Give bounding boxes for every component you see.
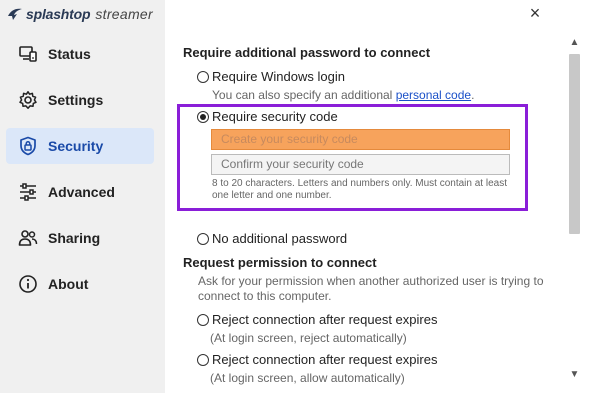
radio-button[interactable] xyxy=(197,313,209,326)
reject-option-hint: (At login screen, reject automatically) xyxy=(210,331,407,345)
users-icon xyxy=(17,227,39,249)
permission-section-title: Request permission to connect xyxy=(183,255,377,270)
radio-button[interactable] xyxy=(197,353,209,366)
splashtop-logo-icon xyxy=(8,8,22,20)
brand-name: splashtop xyxy=(26,6,91,22)
radio-button[interactable] xyxy=(197,70,209,83)
windows-login-hint: You can also specify an additional perso… xyxy=(212,88,474,102)
sidebar-item-advanced[interactable]: Advanced xyxy=(6,174,154,210)
app-logo: splashtop streamer xyxy=(7,5,153,23)
sidebar-item-settings[interactable]: Settings xyxy=(6,82,154,118)
radio-label: Reject connection after request expires xyxy=(212,352,438,367)
shield-lock-icon xyxy=(17,135,39,157)
scroll-thumb[interactable] xyxy=(569,54,580,234)
sidebar-item-about[interactable]: About xyxy=(6,266,154,302)
sliders-icon xyxy=(17,181,39,203)
security-code-hint: 8 to 20 characters. Letters and numbers … xyxy=(212,178,507,201)
radio-require-windows-login[interactable]: Require Windows login xyxy=(197,69,345,84)
radio-button[interactable] xyxy=(197,110,209,123)
scroll-down-arrow-icon[interactable]: ▼ xyxy=(566,368,583,382)
create-security-code-input[interactable]: Create your security code xyxy=(211,129,510,150)
vertical-scrollbar[interactable]: ▲ ▼ xyxy=(566,36,583,383)
gear-icon xyxy=(17,89,39,111)
sidebar-item-label: Sharing xyxy=(48,230,101,246)
allow-option-hint: (At login screen, allow automatically) xyxy=(210,371,405,385)
sidebar: splashtop streamer Status Settings Secur… xyxy=(0,0,165,393)
confirm-security-code-input[interactable]: Confirm your security code xyxy=(211,154,510,175)
sidebar-item-label: Settings xyxy=(48,92,104,108)
radio-label: Require Windows login xyxy=(212,69,345,84)
info-icon xyxy=(17,273,39,295)
radio-require-security-code[interactable]: Require security code xyxy=(197,109,338,124)
sidebar-item-security[interactable]: Security xyxy=(6,128,154,164)
radio-no-additional-password[interactable]: No additional password xyxy=(197,231,347,246)
hint-suffix: . xyxy=(471,88,475,102)
sidebar-item-label: About xyxy=(48,276,89,292)
radio-button[interactable] xyxy=(197,232,209,245)
radio-label: Reject connection after request expires xyxy=(212,312,438,327)
sidebar-item-label: Advanced xyxy=(48,184,115,200)
radio-reject-connection-reject[interactable]: Reject connection after request expires xyxy=(197,312,437,327)
product-name: streamer xyxy=(95,6,153,22)
radio-label: No additional password xyxy=(212,231,348,246)
status-icon xyxy=(17,43,39,65)
radio-reject-connection-allow[interactable]: Reject connection after request expires xyxy=(197,352,437,367)
close-button[interactable]: × xyxy=(524,4,546,22)
personal-code-link[interactable]: personal code xyxy=(396,88,471,102)
radio-label: Require security code xyxy=(212,109,338,124)
hint-text: You can also specify an additional xyxy=(212,88,396,102)
password-section-title: Require additional password to connect xyxy=(183,45,431,60)
sidebar-item-status[interactable]: Status xyxy=(6,36,154,72)
scroll-up-arrow-icon[interactable]: ▲ xyxy=(566,36,583,50)
sidebar-item-sharing[interactable]: Sharing xyxy=(6,220,154,256)
sidebar-item-label: Security xyxy=(48,138,104,154)
sidebar-item-label: Status xyxy=(48,46,91,62)
permission-description: Ask for your permission when another aut… xyxy=(198,274,544,303)
